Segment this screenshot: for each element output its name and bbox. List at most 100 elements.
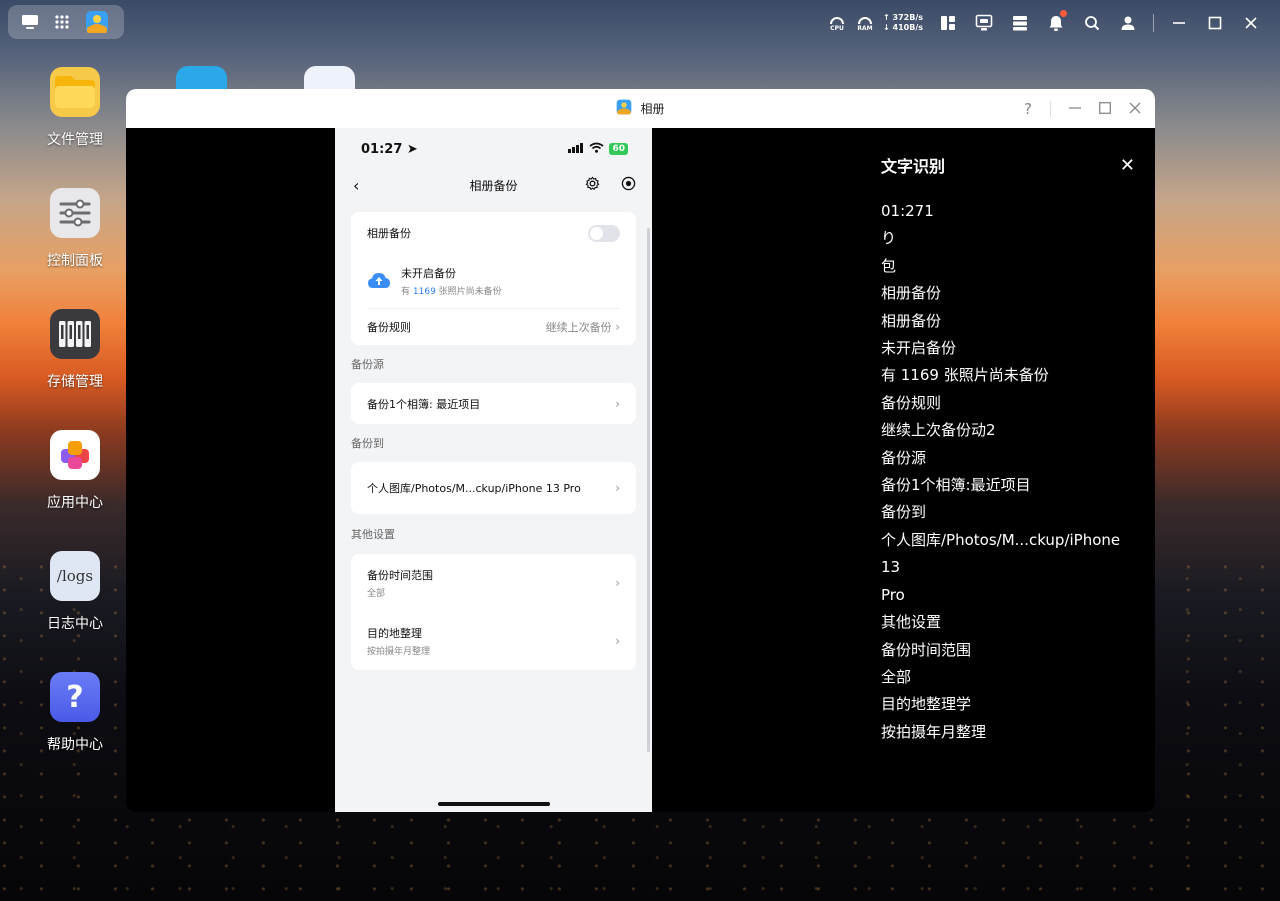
destination-organize-label: 目的地整理 — [367, 627, 422, 640]
ocr-line[interactable]: 备份规则 — [881, 390, 1141, 417]
network-rates: ↑ 372B/s ↓ 410B/s — [883, 13, 923, 33]
cpu-gauge-icon[interactable]: CPU — [827, 12, 847, 34]
download-rate: ↓ 410B/s — [883, 23, 923, 32]
minimize-icon[interactable] — [1168, 12, 1190, 34]
chevron-right-icon: › — [615, 634, 620, 648]
window-title-text: 相册 — [640, 102, 665, 116]
settings-gear-icon[interactable] — [585, 176, 600, 194]
destination-organize-value: 按拍摄年月整理 — [367, 647, 431, 657]
desktop-item-log-center[interactable]: /logs 日志中心 — [30, 551, 120, 633]
system-tray: CPU RAM ↑ 372B/s ↓ 410B/s — [827, 10, 1262, 36]
desktop-item-control-panel[interactable]: 控制面板 — [30, 188, 120, 270]
user-icon[interactable] — [1117, 12, 1139, 34]
phone-time: 01:27 ➤ — [361, 141, 418, 157]
chevron-right-icon: › — [615, 576, 620, 590]
ocr-line[interactable]: 继续上次备份动2 — [881, 417, 1141, 444]
ocr-line[interactable]: 相册备份 — [881, 280, 1141, 307]
backup-source-card[interactable]: 备份1个相簿: 最近项目 › — [351, 383, 636, 424]
monitor-icon[interactable] — [973, 12, 995, 34]
ocr-line[interactable]: り — [881, 225, 1141, 252]
phone-status-bar: 01:27 ➤ 60 — [335, 128, 652, 170]
ram-gauge-icon[interactable]: RAM — [855, 12, 875, 34]
phone-scrollbar — [647, 228, 650, 752]
backup-destination-row[interactable]: 个人图库/Photos/M...ckup/iPhone 13 Pro › — [351, 462, 636, 514]
home-indicator — [438, 802, 550, 806]
ocr-line[interactable]: 其他设置 — [881, 609, 1141, 636]
ocr-header: 文字识别 ✕ — [881, 153, 1141, 177]
chevron-right-icon: › — [615, 481, 620, 495]
ocr-title: 文字识别 — [881, 157, 946, 176]
backup-rule-label: 备份规则 — [367, 321, 411, 334]
backup-status-title: 未开启备份 — [401, 267, 456, 280]
close-icon[interactable]: ✕ — [1120, 155, 1135, 176]
record-target-icon[interactable] — [621, 176, 636, 194]
phone-nav-bar: ‹ 相册备份 — [335, 170, 652, 200]
chevron-right-icon: › — [615, 396, 620, 411]
battery-icon: 60 — [609, 143, 628, 155]
folder-icon — [50, 67, 100, 117]
phone-screenshot: 01:27 ➤ 60 ‹ 相册备份 相册备份 未开启备份 有 1169 张照片尚… — [335, 128, 652, 812]
ocr-line[interactable]: 全部 — [881, 664, 1141, 691]
desktop-item-label: 存储管理 — [47, 374, 103, 390]
grid-apps-icon[interactable] — [52, 12, 72, 32]
photos-app-icon — [616, 99, 632, 118]
signal-icon — [568, 142, 584, 157]
ocr-line[interactable]: 目的地整理学 — [881, 691, 1141, 718]
ocr-line[interactable]: 备份时间范围 — [881, 637, 1141, 664]
backup-toggle-row[interactable]: 相册备份 — [351, 212, 636, 254]
bell-icon[interactable] — [1045, 10, 1067, 34]
help-button[interactable]: ? — [1024, 100, 1032, 118]
backup-toggle[interactable] — [588, 224, 620, 242]
ocr-line[interactable]: 备份1个相簿:最近项目 — [881, 472, 1141, 499]
help-icon: ? — [50, 672, 100, 722]
ocr-line[interactable]: 未开启备份 — [881, 335, 1141, 362]
desktop-icon[interactable] — [20, 12, 40, 32]
desktop-item-storage-manager[interactable]: 存储管理 — [30, 309, 120, 391]
ocr-line[interactable]: 按拍摄年月整理 — [881, 719, 1141, 746]
ocr-line[interactable]: 有 1169 张照片尚未备份 — [881, 362, 1141, 389]
ocr-line[interactable]: 相册备份 — [881, 308, 1141, 335]
back-icon[interactable]: ‹ — [353, 176, 359, 195]
close-icon[interactable] — [1240, 12, 1262, 34]
notification-dot — [1060, 10, 1067, 17]
tray-separator — [1153, 14, 1154, 32]
window-close-icon[interactable] — [1129, 99, 1141, 118]
ocr-line[interactable]: Pro — [881, 582, 1141, 609]
storage-drives-icon — [50, 309, 100, 359]
backup-destination-card[interactable]: 个人图库/Photos/M...ckup/iPhone 13 Pro › — [351, 462, 636, 514]
desktop-item-label: 帮助中心 — [47, 737, 103, 753]
desktop-item-file-manager[interactable]: 文件管理 — [30, 67, 120, 149]
backup-rule-row[interactable]: 备份规则 继续上次备份 › — [351, 309, 636, 345]
desktop-item-app-center[interactable]: 应用中心 — [30, 430, 120, 512]
backup-source-row[interactable]: 备份1个相簿: 最近项目 › — [351, 383, 636, 424]
maximize-icon[interactable] — [1204, 12, 1226, 34]
photos-app-icon[interactable] — [84, 9, 110, 35]
backup-destination-value: 个人图库/Photos/M...ckup/iPhone 13 Pro — [367, 482, 581, 495]
storage-icon[interactable] — [1009, 12, 1031, 34]
backup-status-sub: 有 1169 张照片尚未备份 — [401, 287, 502, 297]
sliders-icon — [50, 188, 100, 238]
backup-status-text: 未开启备份 有 1169 张照片尚未备份 — [401, 265, 502, 297]
ocr-line[interactable]: 备份源 — [881, 445, 1141, 472]
ocr-panel: 文字识别 ✕ 01:271 り包相册备份 相册备份 未开启备份有 1169 张照片尚未… — [881, 153, 1141, 746]
ocr-line[interactable]: 个人图库/Photos/M...ckup/iPhone 13 — [881, 527, 1141, 582]
window-maximize-icon[interactable] — [1099, 99, 1111, 118]
desktop-item-label: 应用中心 — [47, 495, 103, 511]
desktop-item-help-center[interactable]: ? 帮助中心 — [30, 672, 120, 754]
destination-organize-row[interactable]: 目的地整理 按拍摄年月整理 › — [351, 612, 636, 670]
ocr-line[interactable]: 备份到 — [881, 499, 1141, 526]
backup-rule-value: 继续上次备份 › — [545, 320, 620, 334]
desktop-item-label: 控制面板 — [47, 253, 103, 269]
window-title: 相册 — [616, 99, 665, 118]
app-center-icon — [50, 430, 100, 480]
ocr-line[interactable]: 包 — [881, 253, 1141, 280]
wifi-icon — [589, 142, 605, 157]
search-icon[interactable] — [1081, 12, 1103, 34]
desktop-item-label: 日志中心 — [47, 616, 103, 632]
window-titlebar: 相册 ? — [126, 89, 1155, 128]
time-range-row[interactable]: 备份时间范围 全部 › — [351, 554, 636, 612]
ocr-line[interactable]: 01:271 — [881, 198, 1141, 225]
widgets-icon[interactable] — [937, 12, 959, 34]
backup-source-value: 备份1个相簿: 最近项目 — [367, 397, 481, 411]
window-minimize-icon[interactable] — [1069, 99, 1081, 118]
